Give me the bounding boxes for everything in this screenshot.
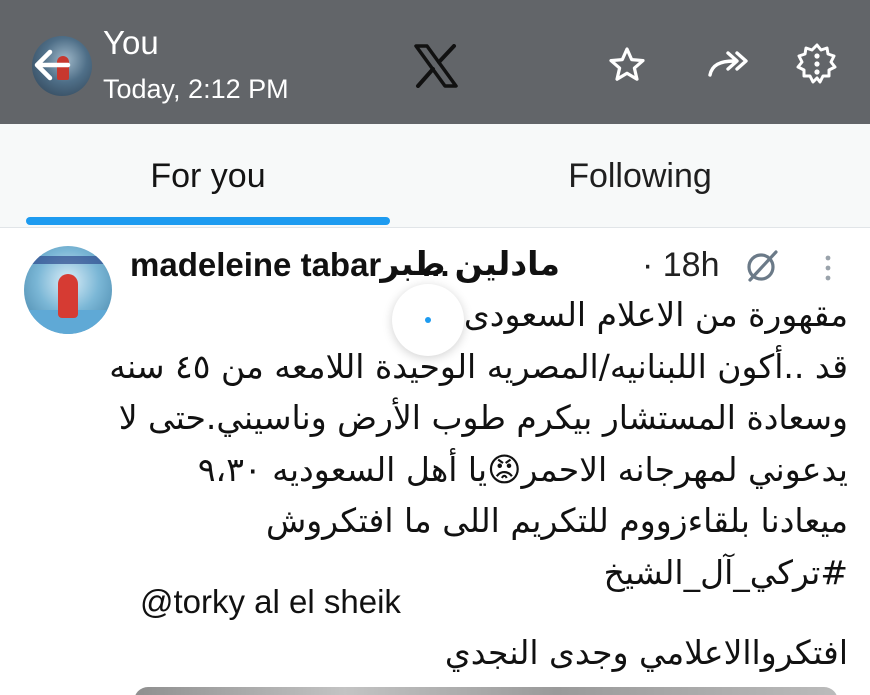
post-text-line: يدعوني لمهرجانه الاحمر😡يا أهل السعوديه ٩… xyxy=(197,449,848,489)
settings-button[interactable] xyxy=(795,40,839,90)
post-text-last-line: افتكرواالاعلامي وجدى النجدي xyxy=(444,633,848,672)
star-icon xyxy=(609,47,645,81)
post-author-name[interactable]: madeleine tabar xyxy=(130,246,381,284)
post-media-preview[interactable] xyxy=(134,687,838,695)
forward-button[interactable] xyxy=(706,40,750,90)
tab-for-you[interactable]: For you xyxy=(30,124,386,228)
grok-icon[interactable] xyxy=(742,246,782,286)
back-button[interactable] xyxy=(30,40,74,90)
settings-icon xyxy=(796,43,837,84)
active-tab-indicator xyxy=(26,217,390,225)
post-author-name-arabic[interactable]: مادلين طبر xyxy=(380,244,560,283)
star-button[interactable] xyxy=(605,40,649,90)
post-text: مقهورة من الاعلام السعودى قد ..أكون اللب… xyxy=(109,289,848,598)
timeline-tabs: For you Following xyxy=(0,124,870,228)
post-author-ellipsis: ... xyxy=(422,246,450,283)
tab-following[interactable]: Following xyxy=(430,124,850,228)
post-text-line: ميعادنا بلقاءزووم للتكريم اللى ما افتكرو… xyxy=(265,501,848,540)
x-logo-icon xyxy=(414,44,458,88)
viewer-top-bar: You Today, 2:12 PM xyxy=(0,0,870,124)
post-text-line: وسعادة المستشار بيكرم طوب الأرض وناسيني.… xyxy=(118,398,848,437)
viewer-timestamp: Today, 2:12 PM xyxy=(103,74,289,104)
post-text-line: مقهورة من الاعلام السعودى xyxy=(463,295,848,334)
post-header: madeleine tabar مادلين طبر ... · 18h xyxy=(130,244,850,288)
post-mention: @torky al el sheik xyxy=(140,583,401,620)
loading-dot xyxy=(425,317,431,323)
forward-icon xyxy=(708,51,748,77)
post-text-line: قد ..أكون اللبنانيه/المصريه الوحيدة اللا… xyxy=(109,346,848,386)
post-author-avatar[interactable] xyxy=(24,246,112,334)
post-more-icon[interactable] xyxy=(816,248,840,288)
back-arrow-icon xyxy=(34,49,71,81)
post-timestamp[interactable]: · 18h xyxy=(642,246,720,285)
viewer-name: You xyxy=(103,24,159,61)
loading-spinner xyxy=(392,284,464,356)
